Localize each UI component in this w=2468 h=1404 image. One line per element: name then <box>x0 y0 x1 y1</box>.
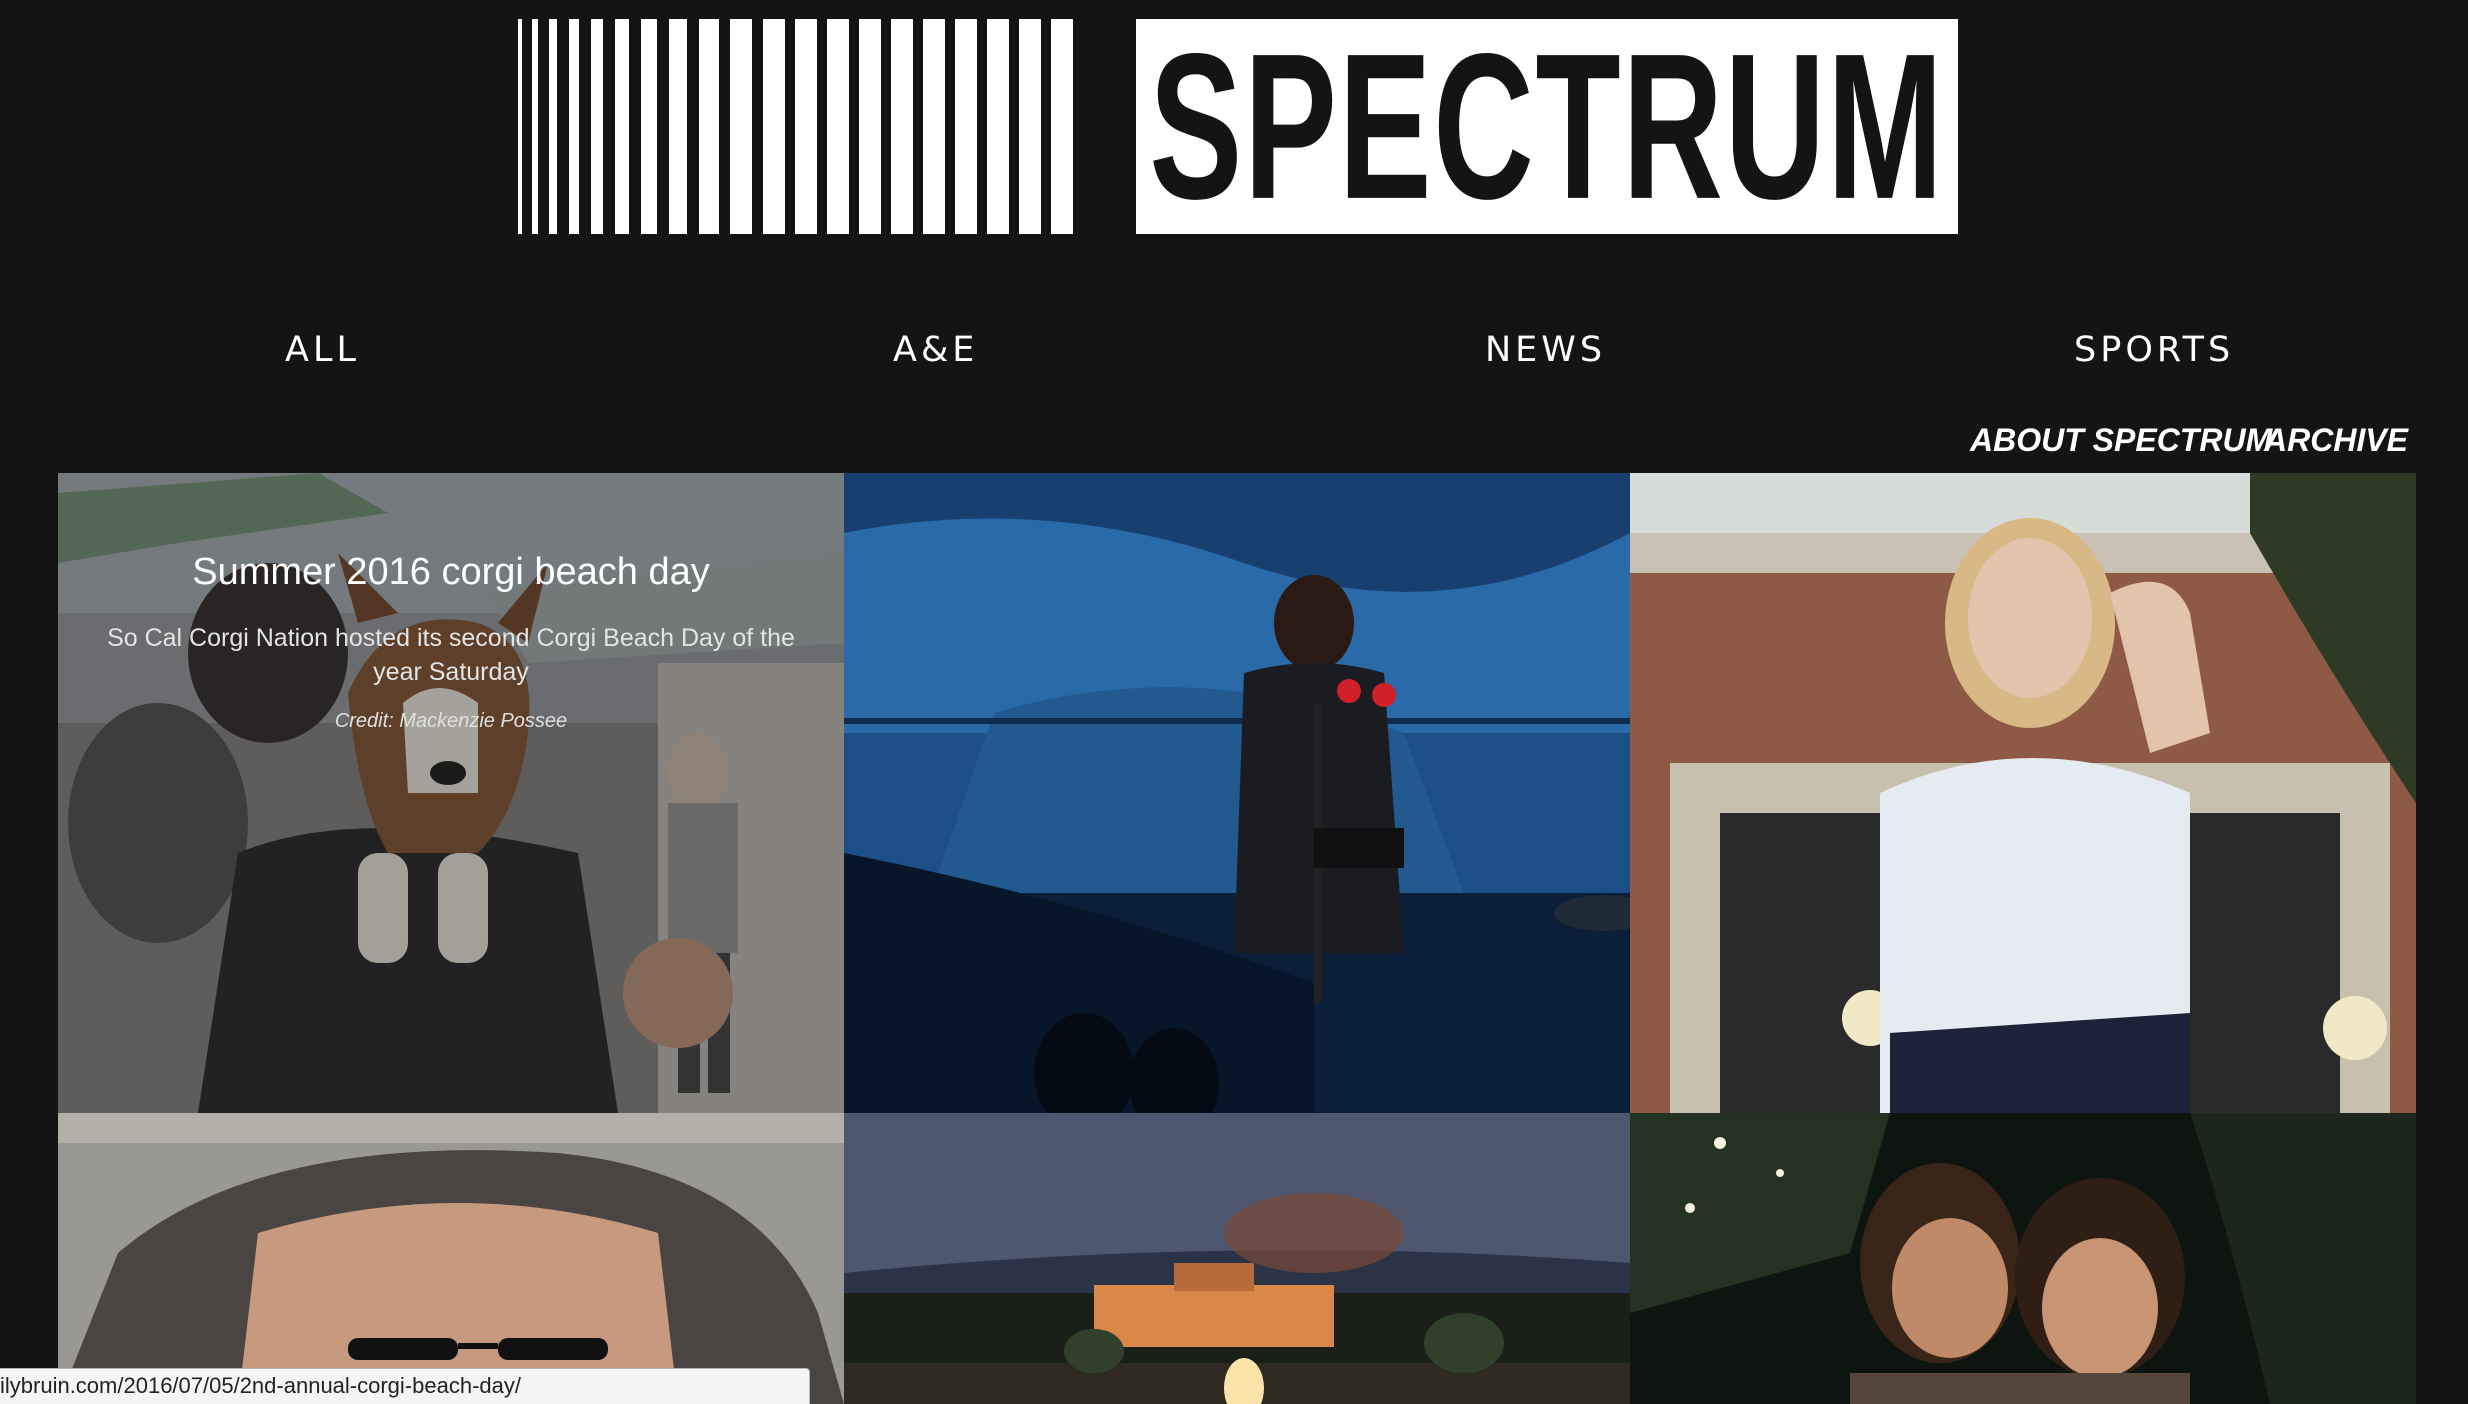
nav-all[interactable]: ALL <box>285 322 360 378</box>
logo-stripe <box>730 19 752 234</box>
nav-ae[interactable]: A&E <box>893 322 978 378</box>
nav-sports[interactable]: SPORTS <box>2074 322 2234 378</box>
logo-wordmark-box: SPECTRUM <box>1136 19 1958 234</box>
performer-stage-photo <box>844 473 1630 1113</box>
logo-stripe <box>955 19 977 234</box>
logo-stripe <box>669 19 687 234</box>
featured-story-description: So Cal Corgi Nation hosted its second Co… <box>107 624 795 686</box>
browser-status-bar-url: ilybruin.com/2016/07/05/2nd-annual-corgi… <box>0 1368 810 1404</box>
spectrum-logo[interactable]: SPECTRUM <box>518 19 1958 234</box>
logo-stripe <box>569 19 579 234</box>
photo-tile-portrait[interactable] <box>1630 473 2416 1113</box>
archive-link[interactable]: ARCHIVE <box>2264 418 2408 462</box>
logo-stripe <box>763 19 785 234</box>
woman-portrait-photo <box>1630 473 2416 1113</box>
logo-stripe <box>549 19 557 234</box>
photo-tile-campus-night[interactable] <box>844 1113 1630 1404</box>
logo-stripe <box>591 19 603 234</box>
about-spectrum-link[interactable]: ABOUT SPECTRUM <box>1970 418 2272 462</box>
man-closeup-photo <box>58 1113 844 1404</box>
logo-stripe <box>641 19 657 234</box>
logo-stripe <box>1051 19 1073 234</box>
nav-news[interactable]: NEWS <box>1485 322 1606 378</box>
logo-stripe <box>795 19 817 234</box>
photo-tile-corgi-beach-day[interactable]: Summer 2016 corgi beach day So Cal Corgi… <box>58 473 844 1113</box>
logo-stripe <box>859 19 881 234</box>
logo-stripe <box>987 19 1009 234</box>
logo-stripe <box>1019 19 1041 234</box>
logo-stripe <box>923 19 945 234</box>
logo-stripe <box>699 19 719 234</box>
logo-stripe <box>518 19 522 234</box>
featured-story-title[interactable]: Summer 2016 corgi beach day <box>98 551 804 594</box>
campus-night-photo <box>844 1113 1630 1404</box>
photo-tile-man-closeup[interactable] <box>58 1113 844 1404</box>
featured-story-credit: Credit: Mackenzie Possee <box>334 710 568 732</box>
logo-barcode-stripes <box>518 19 1132 234</box>
logo-stripe <box>827 19 849 234</box>
logo-stripe <box>891 19 913 234</box>
logo-stripe <box>532 19 538 234</box>
photo-tile-performer[interactable] <box>844 473 1630 1113</box>
logo-wordmark: SPECTRUM <box>1149 19 1945 234</box>
candlelight-vigil-photo <box>1630 1113 2416 1404</box>
photo-tile-vigil[interactable] <box>1630 1113 2416 1404</box>
logo-stripe <box>615 19 629 234</box>
